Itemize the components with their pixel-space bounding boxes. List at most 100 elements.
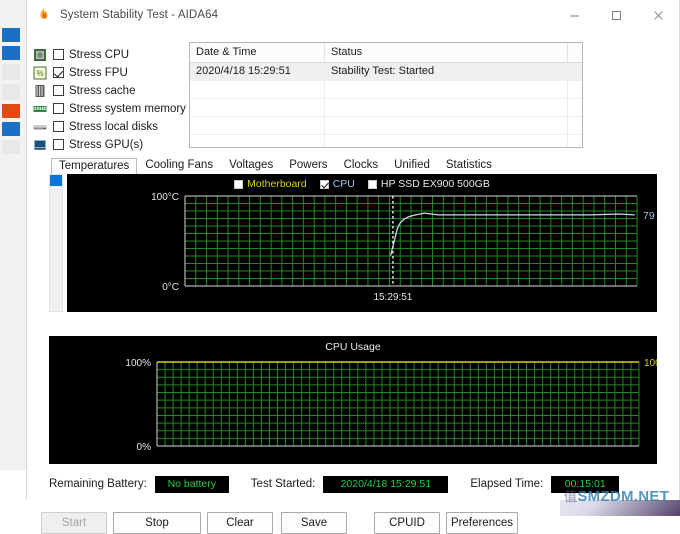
top-panel: Stress CPU% Stress FPU Stress cache Stress … [27, 42, 679, 154]
legend-item[interactable]: Motherboard [234, 178, 307, 190]
column-header-spacer [568, 43, 582, 62]
stress-option-label: Stress CPU [69, 49, 129, 61]
graph-scrollbar-thumb[interactable] [50, 175, 62, 186]
temperature-chart[interactable]: Motherboard CPU HP SSD EX900 500GB 100°C 0°… [67, 174, 657, 312]
tab-temperatures[interactable]: Temperatures [51, 158, 137, 175]
legend-item[interactable]: CPU [320, 178, 355, 190]
aida64-stability-window: System Stability Test - AIDA64 Stress CP… [26, 0, 680, 500]
title-bar[interactable]: System Stability Test - AIDA64 [27, 0, 679, 30]
stress-option-row[interactable]: Stress CPU [33, 46, 183, 63]
log-cell-spacer [568, 63, 582, 80]
watermark-cn: 值 [564, 489, 577, 504]
background-window-sliver[interactable] [0, 0, 27, 516]
stress-option-label: Stress cache [69, 85, 135, 97]
watermark-text: SMZDM.NET [577, 488, 669, 505]
cpu-usage-chart[interactable]: CPU Usage 100% 0% 100% [49, 336, 657, 464]
column-header-datetime[interactable]: Date & Time [190, 43, 325, 62]
save-button[interactable]: Save [281, 512, 347, 534]
usage-y-label-top: 100% [125, 358, 151, 369]
hard-disk-icon [33, 120, 47, 134]
legend-label: HP SSD EX900 500GB [381, 178, 490, 190]
graph-scrollbar[interactable] [49, 174, 63, 312]
log-cell-spacer [568, 117, 582, 134]
table-row[interactable] [190, 99, 582, 117]
gpu-icon [33, 138, 47, 152]
client-area: Stress CPU% Stress FPU Stress cache Stress … [27, 30, 679, 500]
stress-option-row[interactable]: Stress GPU(s) [33, 136, 183, 153]
tab-unified[interactable]: Unified [386, 157, 438, 174]
legend-label: Motherboard [247, 178, 307, 190]
flame-icon [36, 7, 52, 23]
log-cell-spacer [568, 99, 582, 116]
temperature-graph-area: Motherboard CPU HP SSD EX900 500GB 100°C 0°… [49, 174, 657, 326]
stress-options-list: Stress CPU% Stress FPU Stress cache Stress … [33, 46, 183, 154]
usage-right-label: 100% [644, 358, 657, 369]
table-row[interactable] [190, 81, 582, 99]
tab-statistics[interactable]: Statistics [438, 157, 500, 174]
stress-option-row[interactable]: Stress system memory [33, 100, 183, 117]
temp-y-label-bottom: 0°C [162, 282, 179, 293]
log-cell-datetime: 2020/4/18 15:29:51 [190, 63, 325, 80]
log-cell-status [325, 99, 568, 116]
tab-clocks[interactable]: Clocks [336, 157, 387, 174]
battery-value: No battery [155, 476, 229, 493]
legend-checkbox[interactable] [368, 180, 377, 189]
stress-option-row[interactable]: Stress cache [33, 82, 183, 99]
watermark: 值SMZDM.NET [564, 486, 680, 512]
fpu-icon: % [33, 66, 47, 80]
stress-option-row[interactable]: % Stress FPU [33, 64, 183, 81]
window-title: System Stability Test - AIDA64 [60, 9, 218, 21]
stress-option-label: Stress system memory [69, 103, 186, 115]
legend-label: CPU [333, 178, 355, 190]
stress-option-checkbox[interactable] [53, 121, 64, 132]
cpuid-button[interactable]: CPUID [374, 512, 440, 534]
stress-option-checkbox[interactable] [53, 85, 64, 96]
battery-label: Remaining Battery: [49, 478, 147, 490]
temperature-chart-svg: 100°C0°C15:29:5179 [67, 174, 657, 312]
tab-cooling-fans[interactable]: Cooling Fans [137, 157, 221, 174]
tab-powers[interactable]: Powers [281, 157, 335, 174]
stress-option-label: Stress FPU [69, 67, 128, 79]
memory-stick-icon [33, 102, 47, 116]
log-cell-status [325, 117, 568, 134]
cpu-temperature-line [391, 213, 635, 255]
legend-checkbox[interactable] [234, 180, 243, 189]
temperature-chart-legend: Motherboard CPU HP SSD EX900 500GB [67, 178, 657, 190]
stress-option-row[interactable]: Stress local disks [33, 118, 183, 135]
table-row[interactable]: 2020/4/18 15:29:51Stability Test: Starte… [190, 63, 582, 81]
tab-voltages[interactable]: Voltages [221, 157, 281, 174]
temp-x-tick-label: 15:29:51 [373, 292, 412, 303]
clear-button[interactable]: Clear [207, 512, 273, 534]
desktop-background: System Stability Test - AIDA64 Stress CP… [0, 0, 680, 516]
stop-button[interactable]: Stop [113, 512, 201, 534]
stress-option-label: Stress local disks [69, 121, 158, 133]
log-cell-datetime [190, 135, 325, 148]
log-cell-datetime [190, 99, 325, 116]
minimize-icon[interactable] [553, 0, 595, 30]
preferences-button[interactable]: Preferences [446, 512, 518, 534]
legend-checkbox[interactable] [320, 180, 329, 189]
cpu-chip-icon [33, 48, 47, 62]
log-cell-status: Stability Test: Started [325, 63, 568, 80]
cpu-usage-title: CPU Usage [49, 341, 657, 353]
stress-option-checkbox[interactable] [53, 139, 64, 150]
button-row: StartStopClearSaveCPUIDPreferences [41, 512, 680, 534]
stress-option-checkbox[interactable] [53, 49, 64, 60]
log-table-header: Date & Time Status [190, 43, 582, 63]
log-cell-spacer [568, 135, 582, 148]
column-header-status[interactable]: Status [325, 43, 568, 62]
log-cell-status [325, 135, 568, 148]
maximize-icon[interactable] [595, 0, 637, 30]
table-row[interactable] [190, 117, 582, 135]
temp-y-label-top: 100°C [151, 192, 179, 203]
window-controls [553, 0, 679, 30]
stress-option-checkbox[interactable] [53, 67, 64, 78]
cache-icon [33, 84, 47, 98]
legend-item[interactable]: HP SSD EX900 500GB [368, 178, 490, 190]
usage-y-label-bottom: 0% [137, 442, 152, 453]
table-row[interactable] [190, 135, 582, 148]
close-icon[interactable] [637, 0, 679, 30]
stress-option-checkbox[interactable] [53, 103, 64, 114]
log-table[interactable]: Date & Time Status 2020/4/18 15:29:51Sta… [189, 42, 583, 148]
log-cell-datetime [190, 117, 325, 134]
